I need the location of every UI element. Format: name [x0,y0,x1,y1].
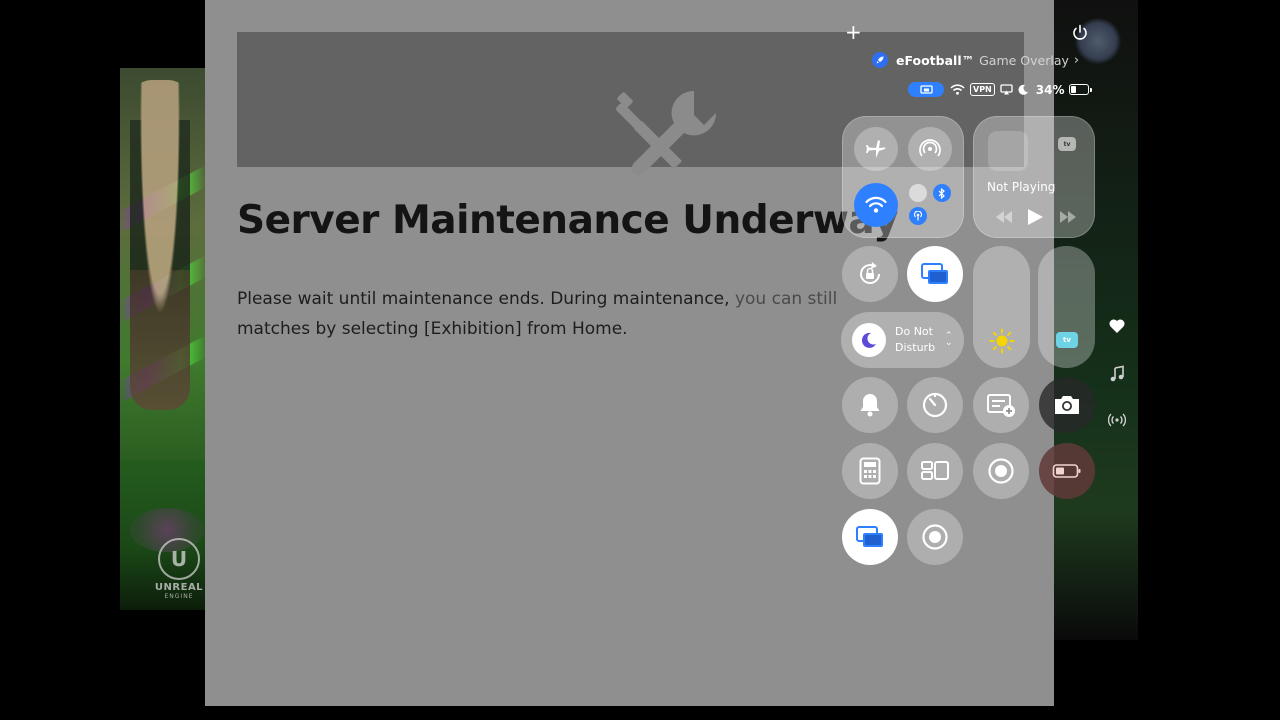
calculator-icon [859,457,881,485]
bluetooth-icon [938,187,945,199]
chevron-right-icon: › [1073,52,1080,68]
wifi-icon [950,84,965,95]
antenna-icon [913,211,923,221]
airdrop-icon [919,139,941,157]
unreal-engine-logo: U UNREAL ENGINE [152,538,206,600]
unreal-text: UNREAL [154,582,204,593]
calculator-button[interactable] [842,443,898,499]
sun-icon [989,328,1015,354]
low-power-mode-button[interactable] [1039,443,1095,499]
screen-mirroring-pill[interactable] [908,82,944,97]
record-icon [988,458,1014,484]
airplane-icon [866,140,886,158]
player-figure [130,80,190,410]
connectivity-module [842,116,964,238]
music-note-icon[interactable] [1108,365,1126,383]
screen-mirroring-button-2[interactable] [842,509,898,565]
media-status: Not Playing [987,180,1056,194]
bluetooth-button[interactable] [933,184,951,202]
orientation-lock-button[interactable] [842,246,898,302]
unreal-subtext: ENGINE [164,593,194,600]
status-bar: VPN 34% [908,81,1093,98]
overlay-app-name: eFootball™ [896,52,975,68]
play-icon[interactable] [1028,209,1043,225]
message-main: Please wait until maintenance ends. Duri… [237,289,735,309]
add-icon[interactable]: + [845,22,862,42]
timer-icon [922,392,948,418]
screen-recording-button[interactable] [973,443,1029,499]
camera-button[interactable] [1039,377,1095,433]
overlay-label: Game Overlay [979,52,1069,68]
quick-note-icon [987,394,1015,417]
alarm-button[interactable] [842,377,898,433]
chevron-down: ⌄ [945,338,953,348]
unreal-mark: U [158,538,200,580]
do-not-disturb-button[interactable]: Do Not Disturb ⌃ ⌄ [841,312,964,368]
maintenance-message: Please wait until maintenance ends. Duri… [237,284,917,344]
quick-note-button[interactable] [973,377,1029,433]
stage-manager-icon [921,461,949,480]
airdrop-button[interactable] [908,127,952,171]
rewind-icon[interactable] [996,211,1012,223]
low-battery-icon [1052,464,1081,478]
rocket-icon [872,52,888,68]
media-controls [996,209,1076,225]
screen-mirroring-icon [921,263,948,284]
bell-icon [860,394,880,417]
vpn-badge: VPN [970,83,995,96]
record-icon [922,524,948,550]
camera-icon [1055,396,1079,414]
rotation-lock-icon [860,262,880,284]
album-art [988,131,1028,171]
chevron-updown-icon: ⌃ ⌄ [945,332,953,348]
fast-forward-icon[interactable] [1060,211,1076,223]
appletv-remote-icon: tv [1056,332,1078,348]
now-playing-module[interactable]: tv Not Playing [973,116,1095,238]
screen-recording-button-2[interactable] [907,509,963,565]
dnd-label: Do Not Disturb [895,325,936,354]
page-title: Server Maintenance Underway [237,198,898,243]
wifi-button[interactable] [854,183,898,227]
moon-icon [1018,84,1029,95]
screen-mirroring-button[interactable] [907,246,963,302]
stage-manager-button[interactable] [907,443,963,499]
battery-percent: 34% [1035,82,1065,97]
appletv-remote-slider[interactable]: tv [1038,246,1095,368]
appletv-badge: tv [1058,137,1076,151]
cellular-dot[interactable] [909,184,927,202]
broadcast-icon[interactable] [1108,411,1126,429]
heart-icon[interactable] [1108,317,1126,335]
moon-icon [852,323,886,357]
game-overlay-header[interactable]: eFootball™ Game Overlay › [872,50,1079,70]
airplane-mode-button[interactable] [854,127,898,171]
power-icon[interactable] [1071,24,1089,42]
timer-button[interactable] [907,377,963,433]
screen-mirroring-icon [856,526,883,547]
brightness-slider[interactable] [973,246,1030,368]
message-line2: matches by selecting [Exhibition] from H… [237,319,628,339]
satellite-button[interactable] [909,207,927,225]
tools-icon [616,90,717,176]
battery-fill [1071,86,1077,93]
battery-icon [1069,84,1093,95]
airplay-icon [1000,84,1013,95]
wifi-icon [865,196,887,213]
message-obscured: you can still [734,289,838,309]
